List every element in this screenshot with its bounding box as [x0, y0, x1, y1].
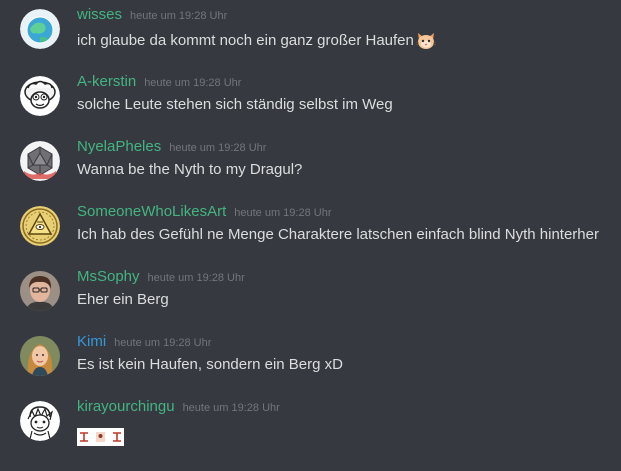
username[interactable]: A-kerstin [77, 73, 136, 90]
message-text: solche Leute stehen sich ständig selbst … [77, 96, 393, 113]
avatar[interactable] [20, 271, 60, 311]
message-content: ich glaube da kommt noch ein ganz großer… [77, 29, 437, 51]
message-header: kirayourchingu heute um 19:28 Uhr [77, 398, 280, 415]
avatar[interactable] [20, 76, 60, 116]
cat-face-emoji-icon [415, 29, 437, 51]
timestamp: heute um 19:28 Uhr [169, 142, 267, 154]
timestamp: heute um 19:28 Uhr [114, 337, 212, 349]
avatar[interactable] [20, 9, 60, 49]
username[interactable]: wisses [77, 6, 122, 23]
message-header: wisses heute um 19:28 Uhr [77, 6, 227, 23]
avatar-sketch-character-icon [20, 401, 60, 441]
message-text: Ich hab des Gefühl ne Menge Charaktere l… [77, 226, 599, 243]
avatar[interactable] [20, 141, 60, 181]
message-content: Wanna be the Nyth to my Dragul? [77, 161, 302, 178]
message-item: MsSophy heute um 19:28 Uhr Eher ein Berg [0, 264, 621, 326]
message-item: wisses heute um 19:28 Uhr ich glaube da … [0, 2, 621, 64]
timestamp: heute um 19:28 Uhr [147, 272, 245, 284]
avatar-sheep-icon [20, 76, 60, 116]
message-item: A-kerstin heute um 19:28 Uhr solche Leut… [0, 69, 621, 131]
timestamp: heute um 19:28 Uhr [130, 10, 228, 22]
message-item: kirayourchingu heute um 19:28 Uhr [0, 394, 621, 456]
avatar-person-photo-icon [20, 336, 60, 376]
message-content [77, 425, 124, 446]
image-attachment[interactable] [77, 428, 124, 446]
message-text: Es ist kein Haufen, sondern ein Berg xD [77, 356, 343, 373]
message-header: NyelaPheles heute um 19:28 Uhr [77, 138, 266, 155]
message-text: ich glaube da kommt noch ein ganz großer… [77, 31, 414, 49]
message-item: SomeoneWhoLikesArt heute um 19:28 Uhr Ic… [0, 199, 621, 261]
timestamp: heute um 19:28 Uhr [182, 402, 280, 414]
message-header: SomeoneWhoLikesArt heute um 19:28 Uhr [77, 203, 331, 220]
timestamp: heute um 19:28 Uhr [234, 207, 332, 219]
message-item: NyelaPheles heute um 19:28 Uhr Wanna be … [0, 134, 621, 196]
attachment-thumbnail-icon [77, 428, 124, 446]
username[interactable]: Kimi [77, 333, 106, 350]
message-content: Es ist kein Haufen, sondern ein Berg xD [77, 356, 343, 373]
username[interactable]: SomeoneWhoLikesArt [77, 203, 226, 220]
timestamp: heute um 19:28 Uhr [144, 77, 242, 89]
message-item: Kimi heute um 19:28 Uhr Es ist kein Hauf… [0, 329, 621, 391]
avatar[interactable] [20, 206, 60, 246]
message-header: A-kerstin heute um 19:28 Uhr [77, 73, 241, 90]
username[interactable]: NyelaPheles [77, 138, 161, 155]
avatar-triangle-eye-icon [20, 206, 60, 246]
message-header: Kimi heute um 19:28 Uhr [77, 333, 211, 350]
avatar[interactable] [20, 336, 60, 376]
avatar[interactable] [20, 401, 60, 441]
avatar-d20-dice-icon [20, 141, 60, 181]
message-text: Eher ein Berg [77, 291, 169, 308]
message-content: solche Leute stehen sich ständig selbst … [77, 96, 393, 113]
username[interactable]: kirayourchingu [77, 398, 175, 415]
message-header: MsSophy heute um 19:28 Uhr [77, 268, 245, 285]
username[interactable]: MsSophy [77, 268, 140, 285]
message-content: Eher ein Berg [77, 291, 169, 308]
avatar-person-photo-icon [20, 271, 60, 311]
message-text: Wanna be the Nyth to my Dragul? [77, 161, 303, 178]
avatar-globe-icon [20, 9, 60, 49]
chat-message-list: wisses heute um 19:28 Uhr ich glaube da … [0, 0, 621, 471]
message-content: Ich hab des Gefühl ne Menge Charaktere l… [77, 226, 599, 243]
